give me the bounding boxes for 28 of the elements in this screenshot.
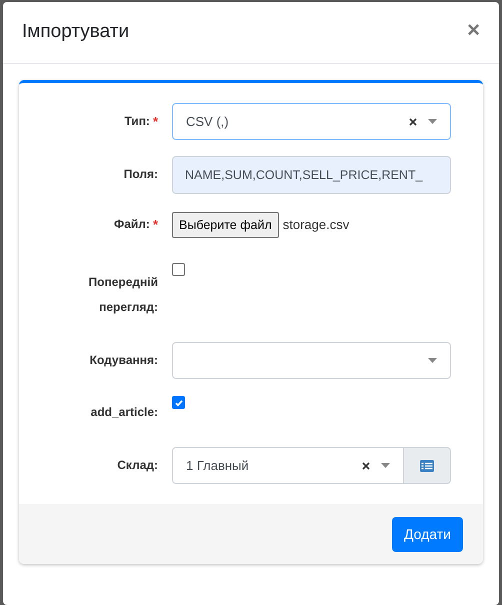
field-label: Поля: <box>124 166 158 183</box>
checkbox[interactable] <box>172 263 185 276</box>
choose-file-button[interactable]: Выберите файл <box>172 212 279 238</box>
field-label: Кодування: <box>90 352 158 369</box>
clear-icon[interactable] <box>362 462 370 470</box>
select-field[interactable]: CSV (,) <box>172 103 451 140</box>
file-name: storage.csv <box>282 216 350 234</box>
list-button[interactable] <box>404 447 451 484</box>
dropdown-caret-icon <box>428 119 437 124</box>
field-label: Склад: <box>117 457 158 474</box>
list-icon <box>420 460 434 472</box>
dropdown-caret-icon <box>428 358 437 363</box>
field-label: Попередній перегляд: <box>88 274 158 316</box>
select-field[interactable] <box>172 342 451 379</box>
field-label: Тип: <box>124 113 150 130</box>
required-asterisk: * <box>152 216 158 234</box>
checkbox[interactable] <box>172 396 185 409</box>
select-value: CSV (,) <box>186 112 230 131</box>
field-label: Файл: <box>114 216 150 233</box>
field-label: add_article: <box>90 404 158 421</box>
close-button[interactable]: × <box>467 18 480 40</box>
submit-button[interactable]: Додати <box>392 516 463 552</box>
dialog-title: Імпортувати <box>22 20 130 44</box>
dropdown-caret-icon <box>381 463 390 468</box>
required-asterisk: * <box>152 113 158 131</box>
clear-icon[interactable] <box>409 118 417 126</box>
select-field[interactable]: 1 Главный <box>172 447 404 484</box>
select-value: 1 Главный <box>186 456 250 475</box>
